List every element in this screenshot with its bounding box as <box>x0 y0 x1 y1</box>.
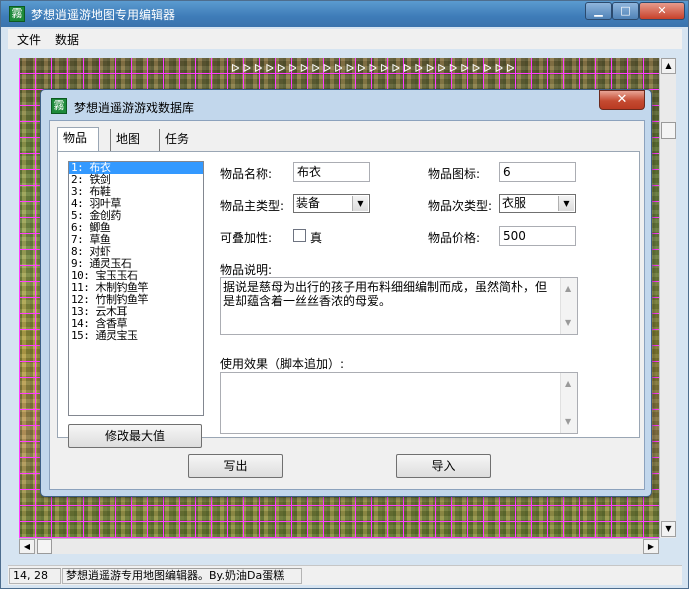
stackable-checkbox-label[interactable]: 真 <box>310 229 322 246</box>
item-price-label: 物品价格: <box>428 231 481 245</box>
dialog-title-bar: 霧 梦想逍遥游游戏数据库 ✕ <box>41 90 651 120</box>
main-type-label: 物品主类型: <box>220 199 285 213</box>
title-bar: 霧 梦想逍遥游地图专用编辑器 ▁ □ ✕ <box>1 1 688 27</box>
scroll-up-icon[interactable]: ▲ <box>661 58 676 74</box>
import-button[interactable]: 导入 <box>396 454 491 478</box>
description-textarea[interactable]: 据说是慈母为出行的孩子用布料细细编制而成，虽然简朴，但是却蕴含着一丝丝香浓的母爱… <box>220 277 578 335</box>
item-icon-label: 物品图标: <box>428 167 481 181</box>
list-item[interactable]: 15: 通灵宝玉 <box>69 330 203 342</box>
sub-type-value: 衣服 <box>502 196 527 210</box>
status-info: 梦想逍遥游专用地图编辑器。By.奶油Da蛋糕 <box>62 568 302 584</box>
tab-maps[interactable]: 地图 <box>110 129 156 151</box>
scroll-down-icon[interactable]: ▼ <box>661 521 676 537</box>
effect-label: 使用效果（脚本追加）: <box>220 357 345 371</box>
database-dialog: 霧 梦想逍遥游游戏数据库 ✕ 物品 地图 任务 1: 布衣 2: 铁剑 3: 布鞋 4… <box>40 89 652 497</box>
effect-textarea[interactable]: ▲ ▼ <box>220 372 578 434</box>
scroll-down-icon[interactable]: ▼ <box>565 316 571 330</box>
chevron-down-icon[interactable]: ▼ <box>352 196 368 211</box>
dialog-title: 梦想逍遥游游戏数据库 <box>74 101 195 115</box>
scroll-down-icon[interactable]: ▼ <box>565 415 571 429</box>
window-title: 梦想逍遥游地图专用编辑器 <box>31 8 176 22</box>
item-price-input[interactable]: 500 <box>499 226 576 246</box>
dialog-body: 物品 地图 任务 1: 布衣 2: 铁剑 3: 布鞋 4: 羽叶草 5: 金创药 6: 鲫… <box>49 120 645 490</box>
modify-max-button[interactable]: 修改最大值 <box>68 424 202 448</box>
scroll-right-icon[interactable]: ▶ <box>643 539 659 554</box>
scroll-left-icon[interactable]: ◀ <box>19 539 35 554</box>
item-name-input[interactable]: 布衣 <box>293 162 370 182</box>
status-bar: 14, 28 梦想逍遥游专用地图编辑器。By.奶油Da蛋糕 <box>8 565 682 585</box>
menu-data[interactable]: 数据 <box>55 31 79 48</box>
stackable-checkbox[interactable] <box>293 229 306 242</box>
close-button[interactable]: ✕ <box>639 2 685 20</box>
status-coords: 14, 28 <box>9 568 61 584</box>
description-scrollbar[interactable]: ▲ ▼ <box>560 278 577 334</box>
chevron-down-icon[interactable]: ▼ <box>558 196 574 211</box>
scroll-up-icon[interactable]: ▲ <box>565 282 571 296</box>
sub-type-label: 物品次类型: <box>428 199 493 213</box>
dialog-app-icon: 霧 <box>51 98 67 114</box>
description-label: 物品说明: <box>220 263 273 277</box>
scroll-up-icon[interactable]: ▲ <box>565 377 571 391</box>
tab-items[interactable]: 物品 <box>57 127 99 152</box>
item-icon-input[interactable]: 6 <box>499 162 576 182</box>
main-type-select[interactable]: 装备 ▼ <box>293 194 370 213</box>
app-icon: 霧 <box>9 6 25 22</box>
horizontal-scroll-thumb[interactable] <box>37 539 52 554</box>
sub-type-select[interactable]: 衣服 ▼ <box>499 194 576 213</box>
item-name-label: 物品名称: <box>220 167 273 181</box>
export-button[interactable]: 写出 <box>188 454 283 478</box>
vertical-scroll-thumb[interactable] <box>661 122 676 139</box>
main-type-value: 装备 <box>296 196 321 210</box>
items-panel: 1: 布衣 2: 铁剑 3: 布鞋 4: 羽叶草 5: 金创药 6: 鲫鱼 7: 草鱼 8: … <box>57 151 640 448</box>
horizontal-scrollbar[interactable]: ◀ ▶ <box>19 538 659 554</box>
item-list[interactable]: 1: 布衣 2: 铁剑 3: 布鞋 4: 羽叶草 5: 金创药 6: 鲫鱼 7: 草鱼 8: … <box>68 161 204 416</box>
tab-tasks[interactable]: 任务 <box>159 129 207 151</box>
dialog-close-button[interactable]: ✕ <box>599 90 645 110</box>
minimize-button[interactable]: ▁ <box>585 2 612 20</box>
vertical-scrollbar[interactable]: ▲ ▼ <box>659 58 676 538</box>
stackable-label: 可叠加性: <box>220 231 273 245</box>
menu-bar: 文件 数据 <box>8 29 682 49</box>
menu-file[interactable]: 文件 <box>17 31 41 48</box>
effect-scrollbar[interactable]: ▲ ▼ <box>560 373 577 433</box>
description-text: 据说是慈母为出行的孩子用布料细细编制而成，虽然简朴，但是却蕴含着一丝丝香浓的母爱… <box>223 280 548 308</box>
map-row-markers: ᐅᐅᐅᐅᐅᐅᐅᐅᐅᐅᐅᐅᐅᐅᐅᐅᐅᐅᐅᐅᐅᐅᐅᐅᐅ <box>231 62 518 75</box>
maximize-button[interactable]: □ <box>612 2 639 20</box>
